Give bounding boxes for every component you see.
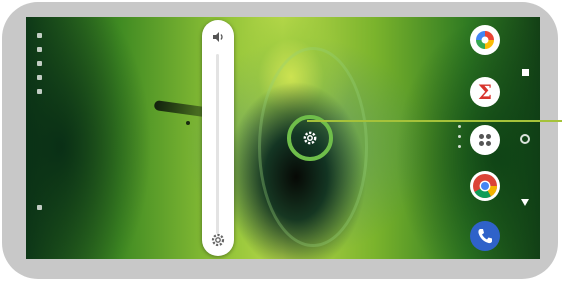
phone-icon [478, 229, 492, 244]
notification-icon [37, 89, 42, 94]
battery-icon [37, 205, 42, 210]
wifi-icon [37, 47, 42, 52]
chrome-app[interactable] [470, 171, 500, 201]
app-drawer-button[interactable] [470, 125, 500, 155]
volume-panel[interactable] [202, 20, 234, 256]
callout-line [307, 120, 562, 122]
wallpaper-drop [186, 121, 190, 125]
google-photos-icon [476, 31, 494, 49]
volume-slider[interactable] [216, 54, 219, 234]
page: Σ [0, 0, 562, 281]
calculator-app[interactable]: Σ [470, 77, 500, 107]
calculator-icon: Σ [477, 80, 493, 104]
settings-gear-icon[interactable] [210, 232, 226, 248]
phone-screen: Σ [26, 17, 540, 259]
notification-icon [37, 75, 42, 80]
speaker-icon[interactable] [211, 30, 225, 44]
signal-icon [37, 33, 42, 38]
home-icon[interactable] [520, 134, 530, 144]
google-photos-app[interactable] [470, 25, 500, 55]
recent-apps-icon[interactable] [522, 69, 529, 76]
phone-app[interactable] [470, 221, 500, 251]
page-indicator [458, 125, 462, 155]
status-bar [34, 27, 48, 249]
chrome-icon [473, 174, 497, 199]
back-icon[interactable] [521, 199, 529, 206]
notification-icon [37, 61, 42, 66]
settings-gear-icon[interactable] [302, 130, 318, 146]
